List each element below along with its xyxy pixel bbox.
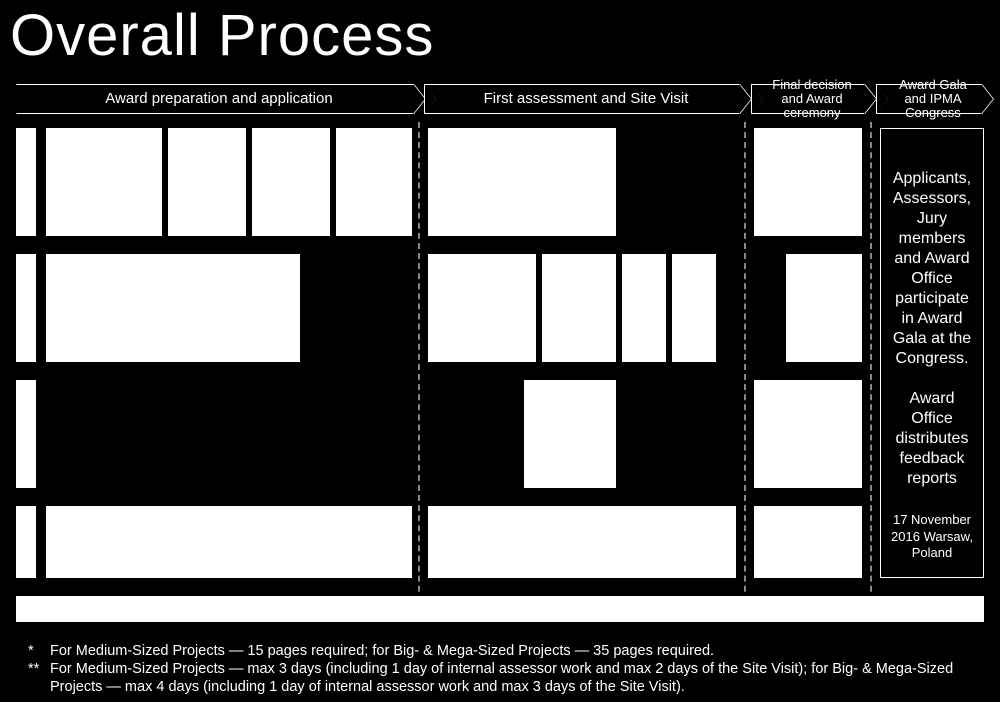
p3-r4-box-1 bbox=[754, 506, 862, 578]
p3-r3-box-1 bbox=[754, 380, 862, 488]
phase-sep-3 bbox=[870, 122, 872, 622]
phase-2-chevron: First assessment and Site Visit bbox=[424, 84, 740, 114]
phase-1-chevron: Award preparation and application bbox=[16, 84, 414, 114]
phase-1-label: Award preparation and application bbox=[89, 91, 340, 108]
footnote-1-text: For Medium-Sized Projects — 15 pages req… bbox=[50, 642, 714, 660]
phase4-panel: Applicants, Assessors, Jury members and … bbox=[880, 128, 984, 578]
p2-r3-box-1 bbox=[524, 380, 616, 488]
footnote-2-star: ** bbox=[28, 660, 50, 696]
footnote-2-text: For Medium-Sized Projects — max 3 days (… bbox=[50, 660, 980, 696]
phase-3-chevron: Final decision and Award ceremony bbox=[751, 84, 865, 114]
row4-lane-box bbox=[16, 506, 36, 578]
p1-r1-box-1 bbox=[46, 128, 162, 236]
p1-r1-box-2 bbox=[168, 128, 246, 236]
p2-r4-box-1 bbox=[428, 506, 736, 578]
timeline-bar bbox=[16, 596, 984, 622]
phase-2-label: First assessment and Site Visit bbox=[468, 91, 697, 108]
footnotes: * For Medium-Sized Projects — 15 pages r… bbox=[28, 642, 980, 696]
p1-r1-box-4 bbox=[336, 128, 412, 236]
phase4-body: Applicants, Assessors, Jury members and … bbox=[881, 169, 983, 369]
row1-lane-box bbox=[16, 128, 36, 236]
p2-r1-box-1 bbox=[428, 128, 616, 236]
p1-r4-box-1 bbox=[46, 506, 412, 578]
phase-3-label: Final decision and Award ceremony bbox=[752, 78, 864, 121]
phase4-body2: Award Office distributes feedback report… bbox=[881, 389, 983, 489]
phase-sep-2 bbox=[744, 122, 746, 622]
p3-r1-box-1 bbox=[754, 128, 862, 236]
p1-r2-box-1 bbox=[46, 254, 300, 362]
p3-r2-box-1 bbox=[786, 254, 862, 362]
row2-lane-box bbox=[16, 254, 36, 362]
diagram-stage: Award preparation and application First … bbox=[0, 0, 1000, 702]
row3-lane-box bbox=[16, 380, 36, 488]
p1-r1-box-3 bbox=[252, 128, 330, 236]
footnote-1-star: * bbox=[28, 642, 50, 660]
p2-r2-box-3 bbox=[622, 254, 666, 362]
p2-r2-box-4 bbox=[672, 254, 716, 362]
p2-r2-box-1 bbox=[428, 254, 536, 362]
p2-r2-box-2 bbox=[542, 254, 616, 362]
phase-4-label: Award Gala and IPMA Congress bbox=[877, 78, 981, 121]
phase-sep-1 bbox=[418, 122, 420, 622]
phase-4-chevron: Award Gala and IPMA Congress bbox=[876, 84, 982, 114]
phase4-date: 17 November 2016 Warsaw, Poland bbox=[881, 512, 983, 561]
